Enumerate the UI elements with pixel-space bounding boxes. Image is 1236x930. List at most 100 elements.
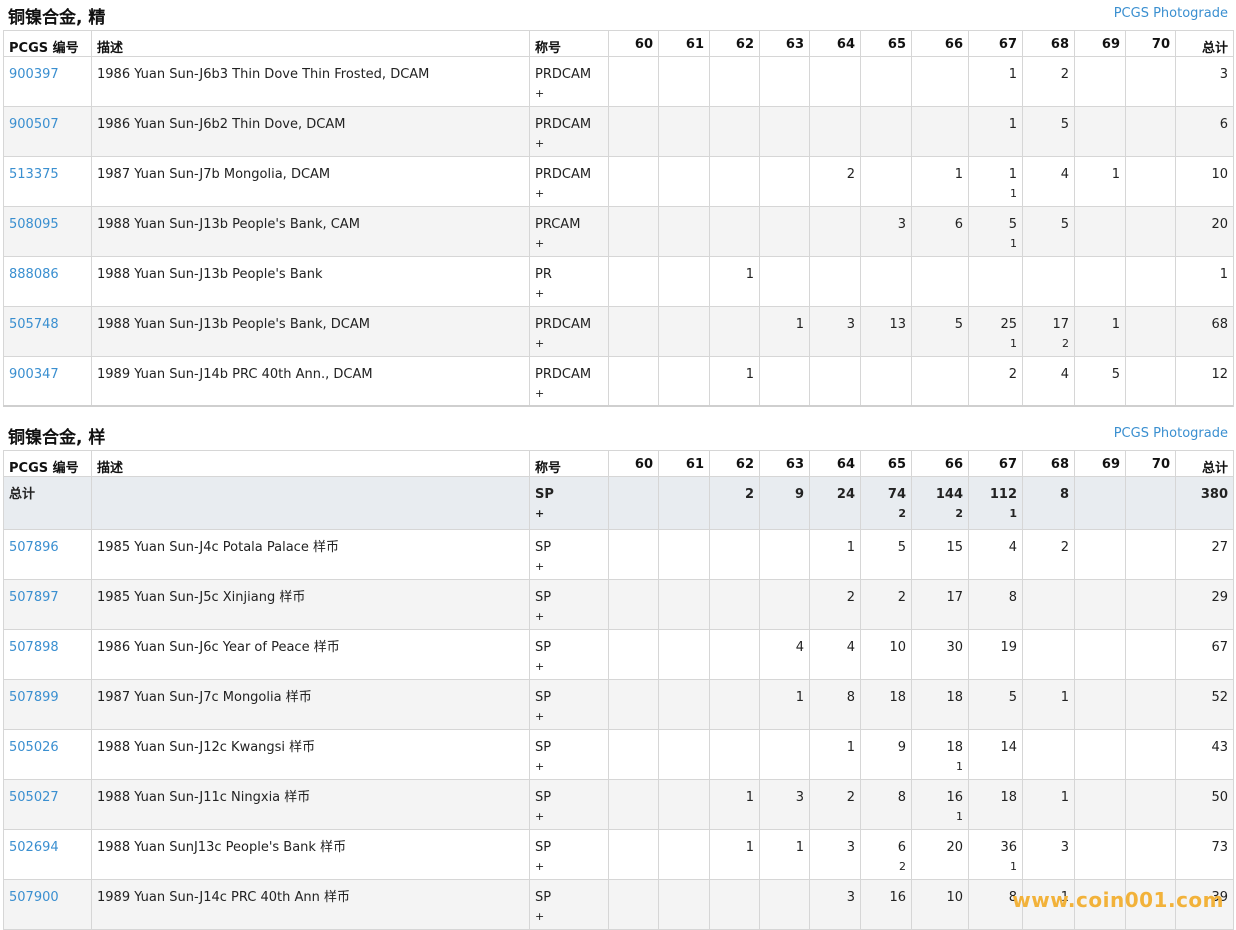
pcgs-number-link[interactable]: 900397 — [9, 67, 59, 82]
pcgs-number-link[interactable]: 505027 — [9, 790, 59, 805]
photograde-link[interactable]: PCGS Photograde — [1114, 6, 1228, 21]
table-row: 507898 1986 Yuan Sun-J6c Year of Peace 样币… — [3, 629, 1234, 680]
grade-66-cell — [911, 106, 969, 157]
grade-63-cell — [759, 256, 810, 307]
grade-count: 2 — [744, 487, 754, 502]
total-cell: 52 — [1175, 679, 1234, 730]
total-cell: 29 — [1175, 579, 1234, 630]
grade-70-cell — [1125, 476, 1176, 530]
grade-65-cell — [860, 256, 912, 307]
designation-cell: PRDCAM + — [529, 356, 609, 407]
grade-70-cell — [1125, 529, 1176, 580]
table-row: 505748 1988 Yuan Sun-J13b People's Bank, … — [3, 306, 1234, 357]
grade-65-cell — [860, 356, 912, 407]
grade-69-cell — [1074, 729, 1126, 780]
pcgs-number-cell: 507898 — [3, 629, 92, 680]
grade-60-cell — [608, 629, 659, 680]
grade-66-cell: 1 — [911, 156, 969, 207]
grade-count: 4 — [1008, 540, 1017, 555]
grade-count: 9 — [794, 487, 804, 502]
pcgs-number-link[interactable]: 505748 — [9, 317, 59, 332]
designation: PRDCAM — [535, 67, 592, 82]
table-row: 505026 1988 Yuan Sun-J12c Kwangsi 样币 SP +1 9… — [3, 729, 1234, 780]
table-row: 507896 1985 Yuan Sun-J4c Potala Palace 样币… — [3, 529, 1234, 580]
column-header: 总计 — [1175, 30, 1234, 57]
column-header: 62 — [709, 450, 760, 477]
grade-count: 10 — [889, 640, 906, 655]
description-cell: 1987 Yuan Sun-J7b Mongolia, DCAM — [91, 156, 530, 207]
pcgs-number-link[interactable]: 505026 — [9, 740, 59, 755]
designation: PRDCAM — [535, 117, 592, 132]
pcgs-number-link[interactable]: 513375 — [9, 167, 59, 182]
pcgs-number-link[interactable]: 502694 — [9, 840, 59, 855]
pcgs-number-link[interactable]: 507898 — [9, 640, 59, 655]
grade-61-cell — [658, 306, 710, 357]
grade-62-cell — [709, 579, 760, 630]
pcgs-number-link[interactable]: 507900 — [9, 890, 59, 905]
designation: PRDCAM — [535, 167, 592, 182]
grade-67-cell: 8 — [968, 579, 1023, 630]
plus-marker: + — [535, 760, 545, 773]
pcgs-number-link[interactable]: 900507 — [9, 117, 59, 132]
grade-69-cell — [1074, 529, 1126, 580]
grade-60-cell — [608, 529, 659, 580]
pcgs-number-cell: 900397 — [3, 56, 92, 107]
grade-68-cell: 2 — [1022, 56, 1075, 107]
grade-65-cell: 2 — [860, 579, 912, 630]
pcgs-number-cell: 900347 — [3, 356, 92, 407]
grade-70-cell — [1125, 256, 1176, 307]
grade-68-cell: 4 — [1022, 156, 1075, 207]
table-header-row: PCGS 编号 描述 称号 60 61 62 63 64 65 66 67 68 69 70 总计 — [3, 450, 1234, 477]
grade-60-cell — [608, 106, 659, 157]
grade-64-cell: 2 — [809, 579, 861, 630]
description-cell: 1988 Yuan Sun-J12c Kwangsi 样币 — [91, 729, 530, 780]
description-cell: 1989 Yuan Sun-J14c PRC 40th Ann 样币 — [91, 879, 530, 930]
grade-69-cell: 1 — [1074, 306, 1126, 357]
photograde-link[interactable]: PCGS Photograde — [1114, 426, 1228, 441]
pcgs-number-link[interactable]: 507899 — [9, 690, 59, 705]
designation-cell: PRCAM + — [529, 206, 609, 257]
grade-62-cell — [709, 879, 760, 930]
grade-62-cell — [709, 306, 760, 357]
grade-70-cell — [1125, 729, 1176, 780]
plus-marker: + — [535, 710, 545, 723]
table-row: 900397 1986 Yuan Sun-J6b3 Thin Dove Thin … — [3, 56, 1234, 107]
description-cell: 1988 Yuan Sun-J13b People's Bank, CAM — [91, 206, 530, 257]
grade-count: 3 — [846, 317, 855, 332]
grade-60-cell — [608, 779, 659, 830]
grade-67-cell: 18 — [968, 779, 1023, 830]
column-header: 61 — [658, 30, 710, 57]
grade-64-cell: 3 — [809, 306, 861, 357]
pcgs-number-link[interactable]: 507897 — [9, 590, 59, 605]
total-cell: 6 — [1175, 106, 1234, 157]
grade-70-cell — [1125, 356, 1176, 407]
grade-66-cell: 5 — [911, 306, 969, 357]
total-label: 总计 — [3, 476, 92, 530]
grade-61-cell — [658, 729, 710, 780]
grade-64-cell: 4 — [809, 629, 861, 680]
grade-63-cell: 4 — [759, 629, 810, 680]
grade-64-cell: 2 — [809, 156, 861, 207]
grade-count: 1 — [1111, 167, 1120, 182]
grade-64-cell — [809, 256, 861, 307]
pcgs-number-link[interactable]: 507896 — [9, 540, 59, 555]
grade-61-cell — [658, 879, 710, 930]
designation: SP — [535, 640, 552, 655]
pcgs-number-link[interactable]: 508095 — [9, 217, 59, 232]
grade-61-cell — [658, 356, 710, 407]
grade-63-cell — [759, 529, 810, 580]
grade-63-cell — [759, 206, 810, 257]
designation: PR — [535, 267, 552, 282]
grade-count: 15 — [946, 540, 963, 555]
column-header: 67 — [968, 450, 1023, 477]
pcgs-number-cell: 888086 — [3, 256, 92, 307]
pcgs-number-link[interactable]: 900347 — [9, 367, 59, 382]
grade-69-cell — [1074, 106, 1126, 157]
grade-count: 5 — [1111, 367, 1120, 382]
grade-60-cell — [608, 729, 659, 780]
grade-60-cell — [608, 356, 659, 407]
plus-grade-count: 2 — [898, 507, 906, 520]
grade-count: 13 — [889, 317, 906, 332]
grade-62-cell — [709, 529, 760, 580]
pcgs-number-link[interactable]: 888086 — [9, 267, 59, 282]
